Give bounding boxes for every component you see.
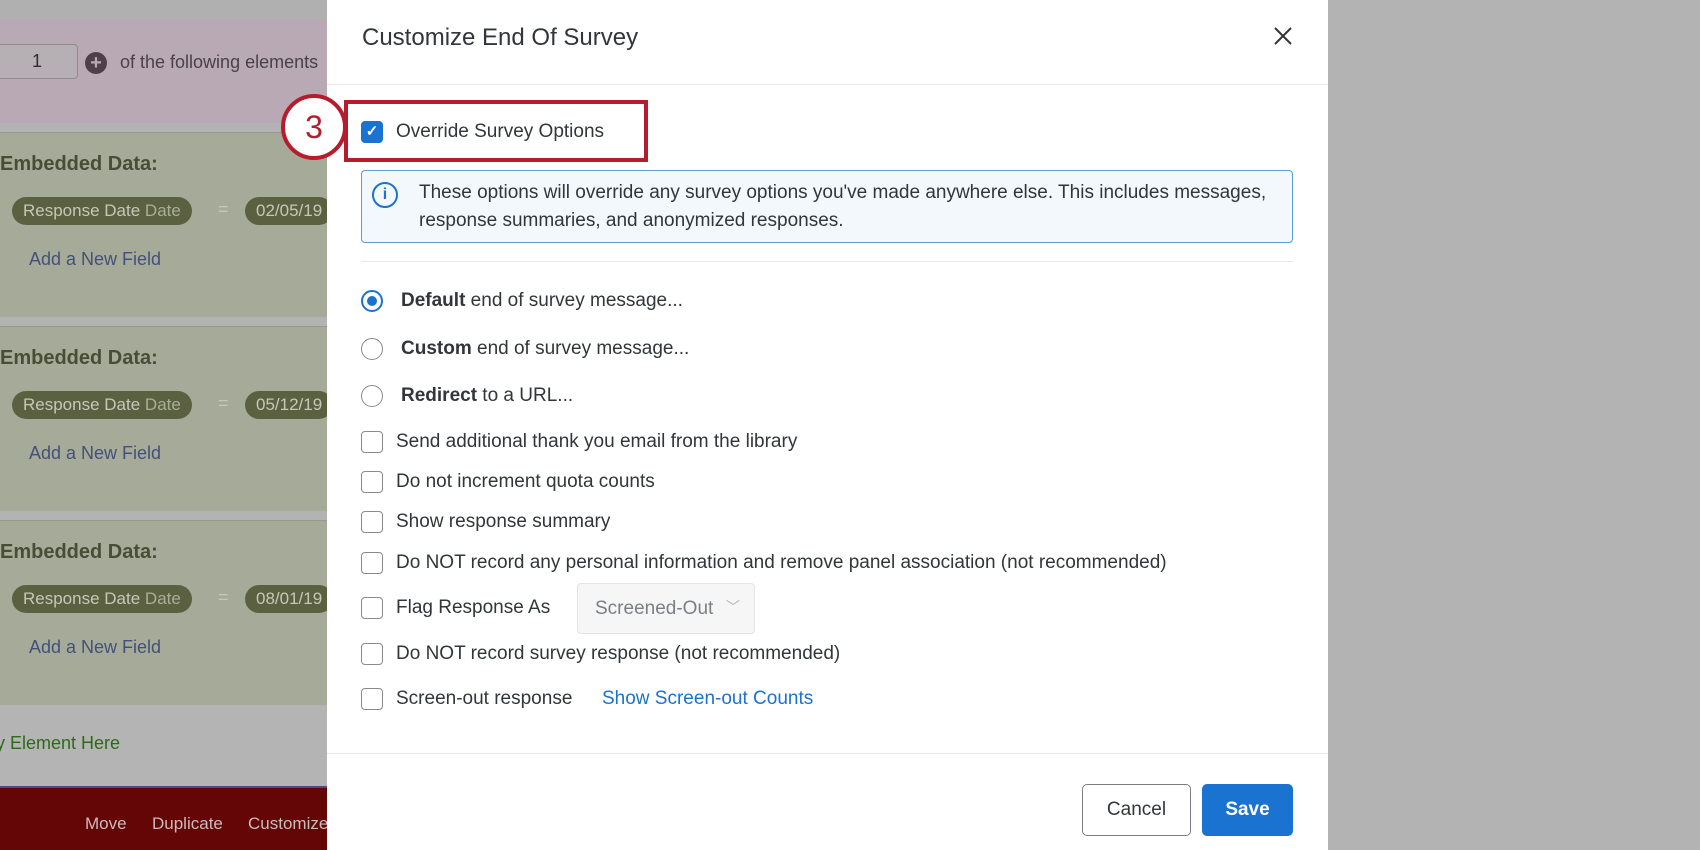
save-button[interactable]: Save — [1202, 784, 1293, 836]
header-divider — [327, 84, 1328, 85]
equals-sign: = — [218, 587, 229, 607]
field-name: Response Date — [23, 395, 141, 414]
screen-out-checkbox[interactable] — [361, 688, 383, 710]
overlay-top — [0, 0, 327, 19]
override-survey-options-label: Override Survey Options — [396, 121, 605, 142]
value-pill[interactable]: 02/05/19 — [245, 197, 334, 225]
cancel-button[interactable]: Cancel — [1082, 784, 1191, 836]
add-field-link[interactable]: Add a New Field — [29, 249, 161, 270]
embedded-data-block: Embedded Data: Response Date Date = 05/1… — [0, 326, 334, 511]
anonymize-label: Do NOT record any personal information a… — [396, 552, 1167, 573]
info-banner: i These options will override any survey… — [361, 170, 1293, 243]
section-divider — [361, 261, 1293, 262]
radio-redirect-label: Redirect to a URL... — [401, 385, 574, 406]
quantity-input[interactable]: 1 — [0, 44, 78, 79]
radio-default-message[interactable] — [361, 290, 383, 312]
radio-default-label: Default end of survey message... — [401, 290, 683, 311]
no-quota-increment-label: Do not increment quota counts — [396, 471, 655, 492]
show-screen-out-counts-link[interactable]: Show Screen-out Counts — [602, 688, 813, 710]
following-text: of the following elements — [120, 52, 319, 72]
plus-icon[interactable]: + — [85, 52, 107, 74]
customize-end-of-survey-dialog: Customize End Of Survey ✓ Override Surve… — [327, 0, 1328, 850]
element-footer-bar: Move Duplicate Customize — [0, 786, 328, 850]
flag-response-label: Flag Response As — [396, 597, 551, 618]
flag-select-value: Screened-Out — [595, 598, 714, 619]
embedded-data-label: Embedded Data: — [0, 153, 158, 175]
field-type: Date — [144, 589, 181, 608]
embedded-data-block: Embedded Data: Response Date Date = 08/0… — [0, 520, 334, 705]
dialog-title: Customize End Of Survey — [362, 24, 639, 51]
equals-sign: = — [218, 393, 229, 413]
response-summary-checkbox[interactable] — [361, 511, 383, 533]
add-new-element-link[interactable]: y Element Here — [0, 733, 120, 754]
customize-button[interactable]: Customize — [248, 814, 328, 834]
branch-condition-area: 1 + of the following elements — [0, 19, 327, 123]
field-pill[interactable]: Response Date Date — [12, 197, 192, 225]
radio-custom-label: Custom end of survey message... — [401, 338, 690, 359]
thank-you-email-label: Send additional thank you email from the… — [396, 431, 798, 452]
step-badge: 3 — [281, 94, 347, 160]
do-not-record-checkbox[interactable] — [361, 643, 383, 665]
field-name: Response Date — [23, 589, 141, 608]
equals-sign: = — [218, 199, 229, 219]
do-not-record-label: Do NOT record survey response (not recom… — [396, 643, 841, 664]
add-field-link[interactable]: Add a New Field — [29, 443, 161, 464]
close-icon[interactable] — [1269, 22, 1297, 50]
info-text: These options will override any survey o… — [419, 182, 1267, 231]
anonymize-checkbox[interactable] — [361, 552, 383, 574]
screen-out-label: Screen-out response — [396, 688, 573, 709]
info-icon: i — [372, 182, 398, 208]
footer-divider — [327, 753, 1328, 754]
embedded-data-label: Embedded Data: — [0, 541, 158, 563]
field-pill[interactable]: Response Date Date — [12, 585, 192, 613]
field-name: Response Date — [23, 201, 141, 220]
move-button[interactable]: Move — [85, 814, 127, 834]
thank-you-email-checkbox[interactable] — [361, 431, 383, 453]
override-survey-options-checkbox[interactable]: ✓ — [361, 121, 383, 143]
field-pill[interactable]: Response Date Date — [12, 391, 192, 419]
field-type: Date — [144, 395, 181, 414]
no-quota-increment-checkbox[interactable] — [361, 471, 383, 493]
embedded-data-label: Embedded Data: — [0, 347, 158, 369]
value-pill[interactable]: 08/01/19 — [245, 585, 334, 613]
flag-response-select[interactable]: Screened-Out ﹀ — [577, 583, 755, 634]
duplicate-button[interactable]: Duplicate — [152, 814, 223, 834]
field-type: Date — [144, 201, 181, 220]
add-field-link[interactable]: Add a New Field — [29, 637, 161, 658]
chevron-down-icon: ﹀ — [726, 599, 740, 615]
response-summary-label: Show response summary — [396, 511, 611, 532]
value-pill[interactable]: 05/12/19 — [245, 391, 334, 419]
flag-response-checkbox[interactable] — [361, 597, 383, 619]
radio-custom-message[interactable] — [361, 338, 383, 360]
embedded-data-block: Embedded Data: Response Date Date = 02/0… — [0, 132, 334, 317]
radio-redirect-url[interactable] — [361, 385, 383, 407]
